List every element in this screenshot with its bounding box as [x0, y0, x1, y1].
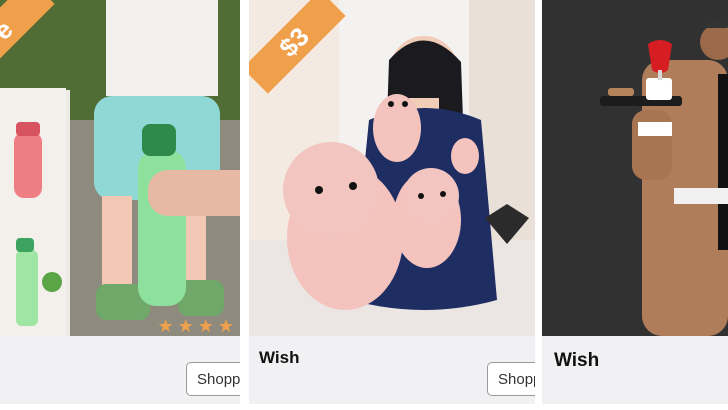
product-card-3[interactable]: Wish	[542, 0, 728, 404]
product-image[interactable]: $3	[249, 0, 535, 336]
product-image[interactable]: e ★★★★	[0, 0, 240, 336]
card-footer: Shopp	[0, 336, 240, 404]
shop-button[interactable]: Shopp	[487, 362, 535, 396]
store-name: Wish	[259, 348, 300, 367]
shop-button[interactable]: Shopp	[186, 362, 240, 396]
card-footer: Wish Shopp	[249, 336, 535, 404]
card-footer: Wish	[542, 336, 728, 404]
product-card-1[interactable]: e ★★★★ Shopp	[0, 0, 240, 404]
store-name: Wish	[554, 350, 600, 371]
product-image[interactable]	[542, 0, 728, 336]
rating-stars: ★★★★	[157, 316, 238, 336]
product-card-2[interactable]: $3 Wish Shopp	[249, 0, 535, 404]
